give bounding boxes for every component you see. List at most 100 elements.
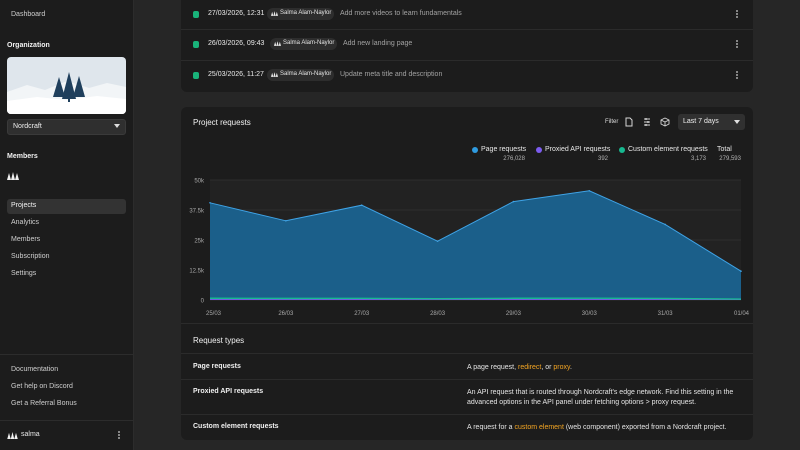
x-tick-label: 26/03 xyxy=(278,311,294,317)
activity-date: 26/03/2026, 09:43 xyxy=(208,40,265,47)
date-range-select[interactable]: Last 7 days xyxy=(678,114,745,130)
link-referral-bonus[interactable]: Get a Referral Bonus xyxy=(11,400,77,407)
desc-text: . xyxy=(570,364,572,371)
sidebar-item-analytics[interactable]: Analytics xyxy=(7,216,126,231)
organization-select[interactable]: Nordcraft xyxy=(7,119,126,135)
desc-text: A page request, xyxy=(467,364,518,371)
legend-value: 392 xyxy=(597,156,608,162)
sidebar-item-subscription[interactable]: Subscription xyxy=(7,250,126,265)
author-name: Salma Alam-Naylor xyxy=(283,40,335,46)
requests-area-chart: 50k 37.5k 25k 12.5k 025/03 26/03 27/03 28/03 29/… xyxy=(189,179,750,318)
redirect-link[interactable]: redirect xyxy=(518,364,541,371)
desc-text: , or xyxy=(541,364,554,371)
avatar xyxy=(274,41,281,46)
author-name: Salma Alam-Naylor xyxy=(280,71,332,77)
point-page-requests xyxy=(588,190,591,192)
organization-select-value: Nordcraft xyxy=(13,123,42,130)
activity-row[interactable]: 27/03/2026, 12:31 Salma Alam-Naylor Add … xyxy=(181,0,753,30)
row-divider xyxy=(181,379,753,380)
request-type-description: A request for a custom element (web comp… xyxy=(467,423,747,433)
avatar xyxy=(7,432,18,439)
request-type-name: Proxied API requests xyxy=(193,388,264,395)
custom-element-link[interactable]: custom element xyxy=(514,424,563,431)
legend-total-value: 279,593 xyxy=(719,156,741,162)
filter-button[interactable]: Filter xyxy=(605,119,618,125)
row-divider xyxy=(181,353,753,354)
status-dot xyxy=(193,11,199,18)
x-tick-label: 27/03 xyxy=(354,311,370,317)
card-title: Project requests xyxy=(193,118,251,127)
x-tick-label: 29/03 xyxy=(506,311,522,317)
y-tick-label: 25k xyxy=(194,239,205,245)
document-icon[interactable] xyxy=(624,117,634,127)
activity-date: 25/03/2026, 11:27 xyxy=(208,71,264,78)
activity-description: Add more videos to learn fundamentals xyxy=(340,10,462,17)
y-tick-label: 50k xyxy=(194,179,205,185)
point-page-requests xyxy=(209,202,211,204)
sidebar: Dashboard Organization Nordcraft Members… xyxy=(0,0,134,450)
sidebar-item-settings[interactable]: Settings xyxy=(7,267,126,282)
row-divider xyxy=(181,414,753,415)
cube-icon[interactable] xyxy=(660,117,670,127)
sidebar-item-members[interactable]: Members xyxy=(7,233,126,248)
link-documentation[interactable]: Documentation xyxy=(11,366,58,373)
legend-label: Page requests xyxy=(481,146,527,153)
legend-swatch xyxy=(619,147,625,153)
legend-total-label: Total xyxy=(717,146,732,153)
sidebar-item-projects[interactable]: Projects xyxy=(7,199,126,214)
point-page-requests xyxy=(285,220,287,222)
activity-row[interactable]: 26/03/2026, 09:43 Salma Alam-Naylor Add … xyxy=(181,30,753,60)
point-page-requests xyxy=(664,223,666,226)
user-name: salma xyxy=(21,431,40,438)
point-page-requests xyxy=(360,204,363,206)
organization-heading: Organization xyxy=(7,42,50,49)
y-tick-label: 12.5k xyxy=(189,269,205,275)
author-name: Salma Alam-Naylor xyxy=(280,10,332,16)
request-type-name: Page requests xyxy=(193,363,241,370)
point-page-requests xyxy=(436,240,439,242)
author-chip: Salma Alam-Naylor xyxy=(267,8,334,20)
activity-list: 27/03/2026, 12:31 Salma Alam-Naylor Add … xyxy=(181,0,753,92)
activity-description: Add new landing page xyxy=(343,40,413,47)
avatar xyxy=(271,72,278,77)
status-dot xyxy=(193,72,199,79)
link-discord-help[interactable]: Get help on Discord xyxy=(11,383,73,390)
activity-row[interactable]: 25/03/2026, 11:27 Salma Alam-Naylor Upda… xyxy=(181,61,753,91)
sidebar-item-label: Members xyxy=(11,236,41,243)
sliders-icon[interactable] xyxy=(642,117,652,127)
date-range-value: Last 7 days xyxy=(683,118,719,125)
desc-text: (web component) exported from a Nordcraf… xyxy=(563,424,727,431)
legend-swatch xyxy=(472,147,478,153)
kebab-icon[interactable] xyxy=(735,10,739,20)
y-tick-label: 37.5k xyxy=(189,209,205,215)
activity-date: 27/03/2026, 12:31 xyxy=(208,10,265,17)
y-tick-label: 0 xyxy=(201,299,205,305)
request-type-description: A page request, redirect, or proxy. xyxy=(467,363,747,373)
request-type-description: An API request that is routed through No… xyxy=(467,389,734,406)
sidebar-divider xyxy=(0,420,133,421)
chevron-down-icon xyxy=(734,120,740,124)
trees-logo-icon[interactable] xyxy=(7,172,19,182)
kebab-icon[interactable] xyxy=(735,71,739,81)
user-menu[interactable]: salma xyxy=(7,430,126,442)
kebab-icon[interactable] xyxy=(735,40,739,50)
legend-value: 276,028 xyxy=(503,156,525,162)
proxy-link[interactable]: proxy xyxy=(553,364,570,371)
x-tick-label: 01/04 xyxy=(734,311,750,317)
x-tick-label: 25/03 xyxy=(206,311,222,317)
sidebar-divider xyxy=(0,354,133,355)
section-divider xyxy=(181,323,753,324)
request-type-name: Custom element requests xyxy=(193,423,279,430)
sidebar-item-label: Settings xyxy=(11,270,37,277)
legend-swatch xyxy=(536,147,542,153)
activity-description: Update meta title and description xyxy=(340,71,443,78)
line-custom-element-requests xyxy=(209,297,742,300)
organization-thumbnail xyxy=(7,57,126,114)
members-heading: Members xyxy=(7,153,38,160)
point-page-requests xyxy=(512,200,515,203)
status-dot xyxy=(193,41,199,48)
avatar xyxy=(271,11,278,16)
request-types-title: Request types xyxy=(193,336,245,345)
kebab-icon[interactable] xyxy=(117,431,121,441)
sidebar-link-dashboard[interactable]: Dashboard xyxy=(11,11,45,18)
